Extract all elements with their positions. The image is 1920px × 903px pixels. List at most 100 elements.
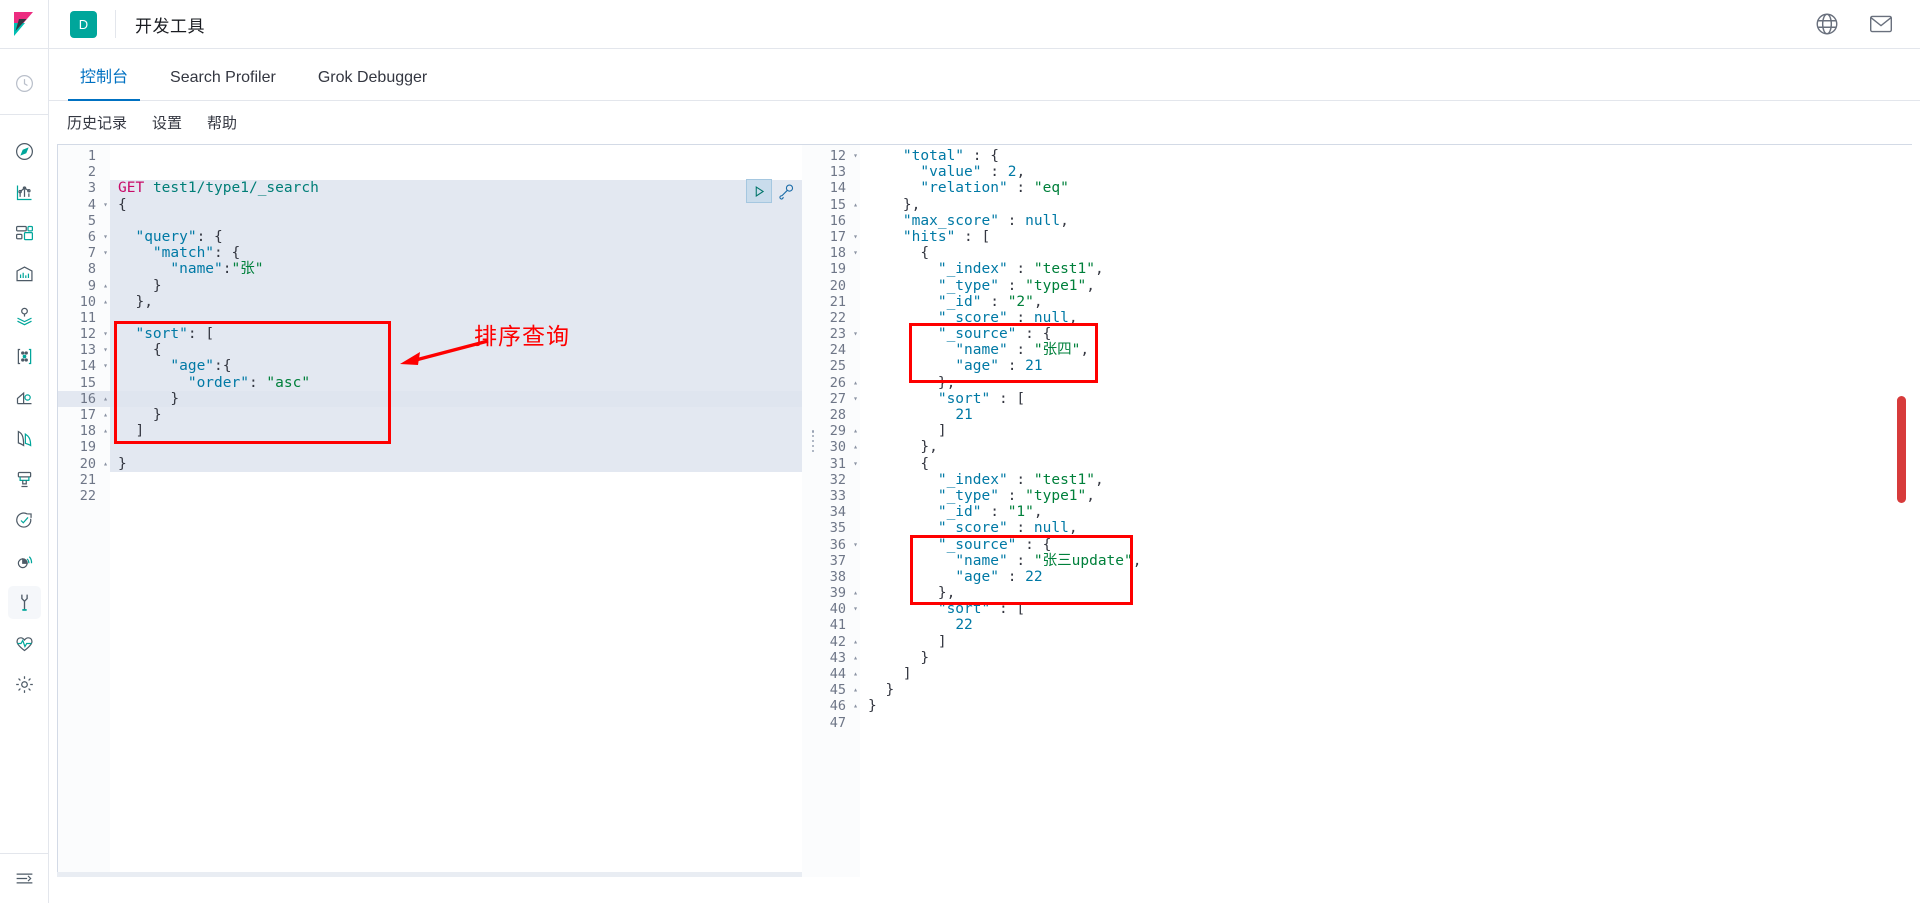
fold-toggle-icon[interactable]: ▴ (853, 653, 858, 662)
fold-toggle-icon[interactable]: ▾ (853, 605, 858, 613)
sidebar-item-maps[interactable] (0, 295, 49, 336)
sidebar-item-machine-learning[interactable] (0, 336, 49, 377)
code-line[interactable]: "max_score" : null, (860, 213, 1912, 229)
sidebar-item-logs[interactable] (0, 418, 49, 459)
response-code-area[interactable]: "total" : { "value" : 2, "relation" : "e… (860, 145, 1912, 877)
code-line[interactable]: "_id" : "1", (860, 504, 1912, 520)
pane-resize-handle[interactable] (808, 430, 818, 452)
fold-toggle-icon[interactable]: ▾ (853, 249, 858, 257)
wrench-options-icon[interactable] (774, 179, 798, 203)
code-line[interactable]: } (110, 277, 802, 294)
help-globe-icon[interactable] (1814, 11, 1840, 37)
fold-toggle-icon[interactable]: ▴ (103, 411, 108, 419)
response-scrollbar-track[interactable] (1897, 145, 1909, 877)
sidebar-item-apm[interactable] (0, 459, 49, 500)
submenu-history[interactable]: 历史记录 (67, 112, 127, 133)
code-line[interactable]: "_type" : "type1", (860, 488, 1912, 504)
request-editor[interactable]: 1 2 3 4 ▾ 5 6 ▾ 7 ▾ 8 9 ▴ 10 ▴ 11 12 ▾ 13 ▾ 14 ▾ 15 16 ▴ 17 ▴ 18 ▴ 19… (58, 145, 802, 877)
code-line[interactable] (110, 212, 802, 229)
fold-toggle-icon[interactable]: ▴ (853, 670, 858, 678)
code-line[interactable]: "sort" : [ (860, 391, 1912, 407)
code-line[interactable]: "_id" : "2", (860, 294, 1912, 310)
sidebar-item-management[interactable] (0, 664, 49, 705)
sidebar-item-monitoring[interactable] (0, 623, 49, 664)
fold-toggle-icon[interactable]: ▴ (853, 427, 858, 435)
code-line[interactable]: "total" : { (860, 148, 1912, 164)
fold-toggle-icon[interactable]: ▴ (103, 281, 108, 290)
code-line[interactable]: "match": { (110, 245, 802, 262)
fold-toggle-icon[interactable]: ▴ (853, 686, 858, 694)
code-line[interactable] (110, 309, 802, 327)
sidebar-item-discover[interactable] (0, 131, 49, 172)
code-line[interactable] (110, 439, 802, 456)
code-line[interactable]: "order": "asc" (110, 374, 802, 391)
fold-toggle-icon[interactable]: ▴ (103, 297, 108, 306)
sidebar-collapse-button[interactable] (0, 854, 49, 903)
fold-toggle-icon[interactable]: ▾ (853, 459, 858, 468)
code-line[interactable]: 22 (860, 617, 1912, 633)
fold-toggle-icon[interactable]: ▾ (853, 232, 858, 241)
fold-toggle-icon[interactable]: ▾ (103, 200, 108, 209)
code-line[interactable]: ] (110, 423, 802, 440)
code-line[interactable] (110, 488, 802, 504)
code-line[interactable] (110, 472, 802, 488)
sidebar-item-canvas[interactable] (0, 254, 49, 295)
code-line[interactable] (110, 148, 802, 164)
request-editor-pane[interactable]: 1 2 3 4 ▾ 5 6 ▾ 7 ▾ 8 9 ▴ 10 ▴ 11 12 ▾ 13 ▾ 14 ▾ 15 16 ▴ 17 ▴ 18 ▴ 19… (57, 144, 802, 877)
fold-toggle-icon[interactable]: ▴ (853, 443, 858, 451)
code-line[interactable]: }, (860, 197, 1912, 213)
code-line[interactable]: "_index" : "test1", (860, 261, 1912, 277)
request-code-area[interactable]: GET test1/type1/_search{ "query": { "mat… (110, 145, 802, 877)
code-line[interactable]: "relation" : "eq" (860, 180, 1912, 196)
code-line[interactable]: { (860, 245, 1912, 261)
fold-toggle-icon[interactable]: ▴ (853, 378, 858, 387)
response-editor-pane[interactable]: 12 ▾ 13 14 15 ▴ 16 17 ▾ 18 ▾ 19 20 21 22 23 ▾ 24 25 26 ▴ 27 ▾ 2… (802, 144, 1912, 877)
code-line[interactable]: } (110, 455, 802, 472)
fold-toggle-icon[interactable]: ▴ (853, 589, 858, 597)
code-line[interactable]: 21 (860, 407, 1912, 423)
fold-toggle-icon[interactable]: ▴ (853, 637, 858, 646)
code-line[interactable]: "_score" : null, (860, 520, 1912, 536)
code-line[interactable]: "age" : 21 (860, 358, 1912, 374)
code-line[interactable]: "_score" : null, (860, 310, 1912, 326)
code-line[interactable]: GET test1/type1/_search (110, 180, 802, 197)
code-line[interactable]: } (860, 682, 1912, 698)
code-line[interactable]: }, (860, 585, 1912, 601)
fold-toggle-icon[interactable]: ▾ (853, 394, 858, 403)
sidebar-item-visualize[interactable] (0, 172, 49, 213)
fold-toggle-icon[interactable]: ▾ (103, 346, 108, 354)
fold-toggle-icon[interactable]: ▾ (103, 232, 108, 241)
fold-toggle-icon[interactable]: ▴ (853, 200, 858, 209)
fold-toggle-icon[interactable]: ▾ (853, 330, 858, 338)
code-line[interactable]: { (860, 456, 1912, 472)
code-line[interactable]: "hits" : [ (860, 229, 1912, 245)
code-line[interactable]: "name" : "张三update", (860, 553, 1912, 569)
code-line[interactable]: "value" : 2, (860, 164, 1912, 180)
tab-search-profiler[interactable]: Search Profiler (158, 70, 288, 100)
code-line[interactable]: "_type" : "type1", (860, 278, 1912, 294)
sidebar-item-infrastructure[interactable] (0, 377, 49, 418)
fold-toggle-icon[interactable]: ▴ (103, 427, 108, 435)
code-line[interactable]: "name":"张" (110, 261, 802, 278)
code-line[interactable]: } (110, 407, 802, 424)
code-line[interactable] (860, 715, 1912, 731)
code-line[interactable]: } (860, 698, 1912, 714)
tab-grok-debugger[interactable]: Grok Debugger (306, 70, 439, 100)
code-line[interactable] (110, 164, 802, 180)
code-line[interactable]: ] (860, 666, 1912, 682)
code-line[interactable]: ] (860, 634, 1912, 650)
code-line[interactable]: "query": { (110, 228, 802, 246)
sidebar-item-dashboard[interactable] (0, 213, 49, 254)
code-line[interactable]: "name" : "张四", (860, 342, 1912, 358)
fold-toggle-icon[interactable]: ▾ (103, 330, 108, 338)
sidebar-item-recently-viewed[interactable] (0, 63, 49, 104)
fold-toggle-icon[interactable]: ▴ (853, 702, 858, 710)
submenu-settings[interactable]: 设置 (152, 112, 182, 133)
code-line[interactable]: "_source" : { (860, 537, 1912, 553)
fold-toggle-icon[interactable]: ▴ (103, 394, 108, 403)
code-line[interactable]: "sort" : [ (860, 601, 1912, 617)
kibana-logo[interactable] (0, 0, 49, 49)
fold-toggle-icon[interactable]: ▾ (103, 249, 108, 257)
code-line[interactable]: "_index" : "test1", (860, 472, 1912, 488)
sidebar-item-uptime[interactable] (0, 500, 49, 541)
